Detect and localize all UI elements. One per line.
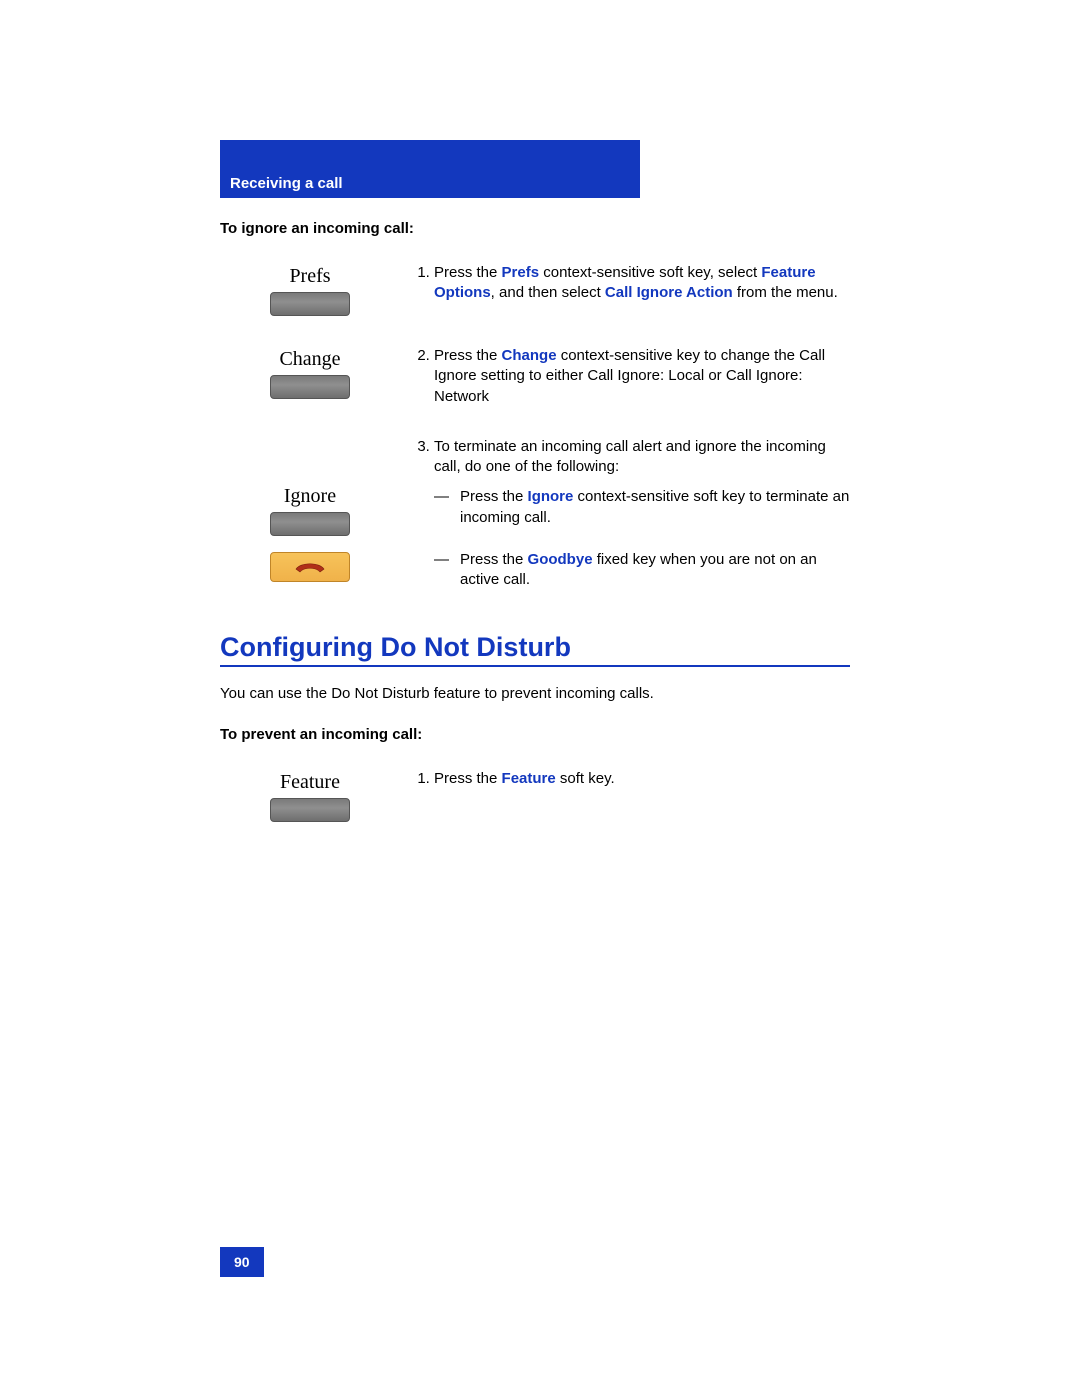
term-goodbye: Goodbye (528, 551, 593, 568)
term-feature: Feature (502, 770, 556, 787)
term-ignore: Ignore (528, 488, 574, 505)
page-number: 90 (220, 1247, 264, 1277)
section-intro-text: You can use the Do Not Disturb feature t… (220, 685, 850, 702)
dash-bullet (434, 550, 460, 591)
sublist: Press the Ignore context-sensitive soft … (434, 487, 850, 528)
section-heading-prevent: To prevent an incoming call: (220, 726, 850, 743)
softkey-button (270, 798, 350, 822)
step-text: To terminate an incoming call alert and … (400, 437, 850, 540)
softkey-button (270, 375, 350, 399)
section-heading-ignore: To ignore an incoming call: (220, 220, 850, 237)
step-text: Press the Goodbye fixed key when you are… (400, 550, 850, 603)
key-column: Change (220, 346, 400, 399)
page-header-title: Receiving a call (230, 175, 343, 192)
step-row-1: Prefs Press the Prefs context-sensitive … (220, 263, 850, 316)
step-row-feature: Feature Press the Feature soft key. (220, 769, 850, 822)
softkey-label-prefs: Prefs (289, 265, 330, 288)
key-column: Ignore (220, 437, 400, 536)
key-column: Prefs (220, 263, 400, 316)
term-change: Change (502, 347, 557, 364)
softkey-label-feature: Feature (280, 771, 340, 794)
key-column: Feature (220, 769, 400, 822)
softkey-label-ignore: Ignore (284, 485, 336, 508)
key-column (220, 550, 400, 582)
sublist-item: Press the Goodbye fixed key when you are… (434, 550, 850, 591)
softkey-label-change: Change (279, 348, 340, 371)
step-row-2: Change Press the Change context-sensitiv… (220, 346, 850, 407)
softkey-button (270, 512, 350, 536)
softkey-button (270, 292, 350, 316)
list-item: To terminate an incoming call alert and … (434, 437, 850, 528)
dash-bullet (434, 487, 460, 528)
body-content: To ignore an incoming call: Prefs Press … (220, 220, 850, 852)
list-item: Press the Change context-sensitive key t… (434, 346, 850, 407)
step-row-3: Ignore To terminate an incoming call ale… (220, 437, 850, 540)
step-text: Press the Prefs context-sensitive soft k… (400, 263, 850, 304)
term-prefs: Prefs (502, 264, 540, 281)
step-text: Press the Feature soft key. (400, 769, 850, 789)
step-row-goodbye: Press the Goodbye fixed key when you are… (220, 550, 850, 603)
goodbye-key-button (270, 552, 350, 582)
section-title-dnd: Configuring Do Not Disturb (220, 632, 850, 663)
phone-hangup-icon (293, 559, 327, 575)
list-item: Press the Prefs context-sensitive soft k… (434, 263, 850, 304)
page: Receiving a call To ignore an incoming c… (0, 0, 1080, 1397)
term-call-ignore-action: Call Ignore Action (605, 284, 733, 301)
step-text: Press the Change context-sensitive key t… (400, 346, 850, 407)
list-item: Press the Feature soft key. (434, 769, 850, 789)
section-rule (220, 665, 850, 667)
sublist-item: Press the Ignore context-sensitive soft … (434, 487, 850, 528)
page-header-bar: Receiving a call (220, 140, 640, 198)
